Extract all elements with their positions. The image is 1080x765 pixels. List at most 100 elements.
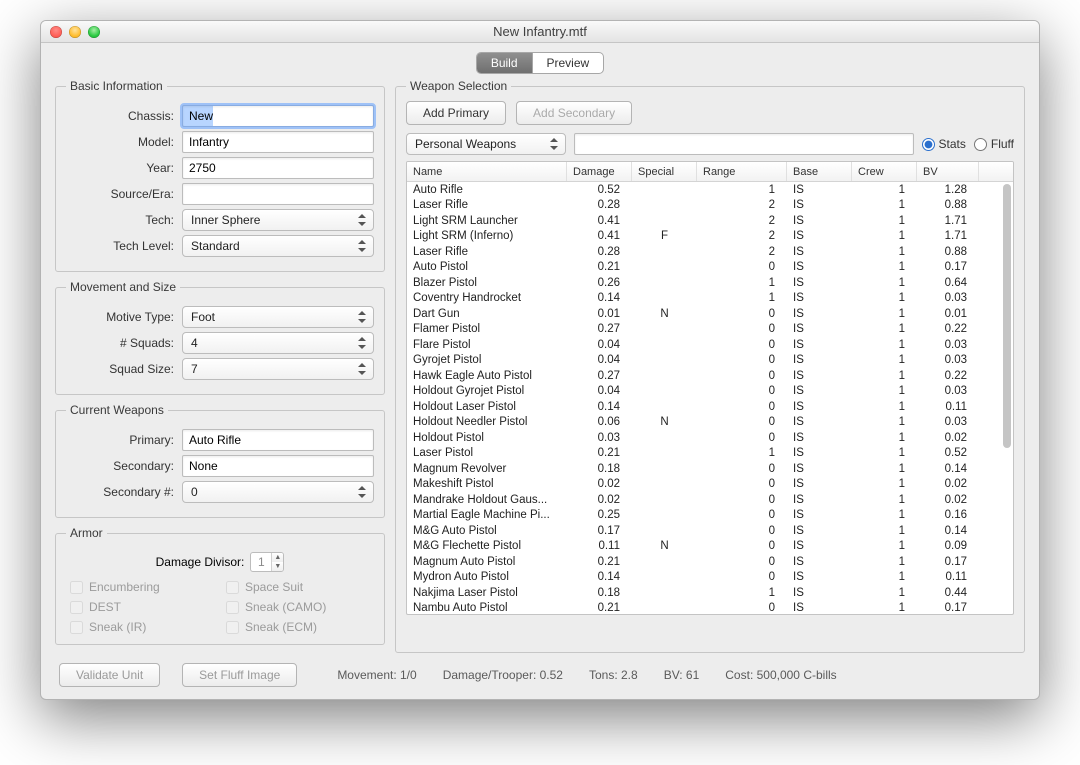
add-secondary-button[interactable]: Add Secondary bbox=[516, 101, 632, 125]
col-damage[interactable]: Damage bbox=[567, 162, 632, 181]
table-row[interactable]: Holdout Gyrojet Pistol0.040IS10.03 bbox=[407, 384, 1001, 400]
radio-stats[interactable]: Stats bbox=[922, 137, 966, 151]
techlevel-select[interactable]: Standard bbox=[182, 235, 374, 257]
label-motive: Motive Type: bbox=[66, 310, 174, 324]
label-squadsize: Squad Size: bbox=[66, 362, 174, 376]
legend-armor: Armor bbox=[66, 526, 107, 540]
table-row[interactable]: Flare Pistol0.040IS10.03 bbox=[407, 337, 1001, 353]
stat-cost: Cost: 500,000 C-bills bbox=[725, 668, 836, 682]
armor-check-3[interactable]: Sneak (CAMO) bbox=[226, 600, 370, 614]
stepper-down-icon[interactable]: ▼ bbox=[272, 562, 283, 571]
secondary-input[interactable] bbox=[182, 455, 374, 477]
col-crew[interactable]: Crew bbox=[852, 162, 917, 181]
table-row[interactable]: Martial Eagle Machine Pi...0.250IS10.16 bbox=[407, 508, 1001, 524]
table-row[interactable]: Laser Rifle0.282IS10.88 bbox=[407, 198, 1001, 214]
table-row[interactable]: Holdout Needler Pistol0.06N0IS10.03 bbox=[407, 415, 1001, 431]
col-range[interactable]: Range bbox=[697, 162, 787, 181]
source-input[interactable] bbox=[182, 183, 374, 205]
label-divisor: Damage Divisor: bbox=[156, 555, 245, 569]
set-fluff-button[interactable]: Set Fluff Image bbox=[182, 663, 297, 687]
squadsize-select[interactable]: 7 bbox=[182, 358, 374, 380]
secondaryn-select[interactable]: 0 bbox=[182, 481, 374, 503]
col-base[interactable]: Base bbox=[787, 162, 852, 181]
label-tech: Tech: bbox=[66, 213, 174, 227]
fieldset-weapon: Weapon Selection Add Primary Add Seconda… bbox=[395, 79, 1025, 653]
table-row[interactable]: Flamer Pistol0.270IS10.22 bbox=[407, 322, 1001, 338]
armor-check-0[interactable]: Encumbering bbox=[70, 580, 214, 594]
label-squads: # Squads: bbox=[66, 336, 174, 350]
table-row[interactable]: Light SRM (Inferno)0.41F2IS11.71 bbox=[407, 229, 1001, 245]
armor-check-1[interactable]: Space Suit bbox=[226, 580, 370, 594]
minimize-icon[interactable] bbox=[69, 26, 81, 38]
label-techlevel: Tech Level: bbox=[66, 239, 174, 253]
weapon-table: NameDamageSpecialRangeBaseCrewBV Auto Ri… bbox=[406, 161, 1014, 615]
window-title: New Infantry.mtf bbox=[41, 24, 1039, 39]
validate-button[interactable]: Validate Unit bbox=[59, 663, 160, 687]
armor-check-2[interactable]: DEST bbox=[70, 600, 214, 614]
table-row[interactable]: Holdout Laser Pistol0.140IS10.11 bbox=[407, 399, 1001, 415]
weapon-search-input[interactable] bbox=[574, 133, 914, 155]
titlebar: New Infantry.mtf bbox=[41, 21, 1039, 43]
squads-select[interactable]: 4 bbox=[182, 332, 374, 354]
chassis-input[interactable] bbox=[182, 105, 374, 127]
table-row[interactable]: Blazer Pistol0.261IS10.64 bbox=[407, 275, 1001, 291]
table-row[interactable]: Dart Gun0.01N0IS10.01 bbox=[407, 306, 1001, 322]
scrollbar[interactable] bbox=[1003, 184, 1011, 610]
zoom-icon[interactable] bbox=[88, 26, 100, 38]
fieldset-current: Current Weapons Primary: Secondary: Seco… bbox=[55, 403, 385, 518]
table-row[interactable]: Laser Rifle0.282IS10.88 bbox=[407, 244, 1001, 260]
label-primary: Primary: bbox=[66, 433, 174, 447]
motive-select[interactable]: Foot bbox=[182, 306, 374, 328]
table-row[interactable]: M&G Flechette Pistol0.11N0IS10.09 bbox=[407, 539, 1001, 555]
table-row[interactable]: Magnum Auto Pistol0.210IS10.17 bbox=[407, 554, 1001, 570]
table-row[interactable]: Mydron Auto Pistol0.140IS10.11 bbox=[407, 570, 1001, 586]
table-row[interactable]: Makeshift Pistol0.020IS10.02 bbox=[407, 477, 1001, 493]
radio-fluff[interactable]: Fluff bbox=[974, 137, 1014, 151]
primary-input[interactable] bbox=[182, 429, 374, 451]
tab-preview[interactable]: Preview bbox=[532, 53, 604, 73]
label-source: Source/Era: bbox=[66, 187, 174, 201]
stat-bv: BV: 61 bbox=[664, 668, 700, 682]
label-year: Year: bbox=[66, 161, 174, 175]
weapon-category-select[interactable]: Personal Weapons bbox=[406, 133, 566, 155]
close-icon[interactable] bbox=[50, 26, 62, 38]
legend-weapon: Weapon Selection bbox=[406, 79, 511, 93]
col-bv[interactable]: BV bbox=[917, 162, 979, 181]
table-row[interactable]: Auto Rifle0.521IS11.28 bbox=[407, 182, 1001, 198]
label-secondary: Secondary: bbox=[66, 459, 174, 473]
table-row[interactable]: M&G Auto Pistol0.170IS10.14 bbox=[407, 523, 1001, 539]
table-row[interactable]: Nambu Auto Pistol0.210IS10.17 bbox=[407, 601, 1001, 615]
table-row[interactable]: Magnum Revolver0.180IS10.14 bbox=[407, 461, 1001, 477]
table-row[interactable]: Auto Pistol0.210IS10.17 bbox=[407, 260, 1001, 276]
table-row[interactable]: Laser Pistol0.211IS10.52 bbox=[407, 446, 1001, 462]
col-special[interactable]: Special bbox=[632, 162, 697, 181]
tech-select[interactable]: Inner Sphere bbox=[182, 209, 374, 231]
app-window: New Infantry.mtf Build Preview Basic Inf… bbox=[40, 20, 1040, 700]
table-row[interactable]: Holdout Pistol0.030IS10.02 bbox=[407, 430, 1001, 446]
fieldset-armor: Armor Damage Divisor: ▲▼ Encumbering Spac… bbox=[55, 526, 385, 645]
table-row[interactable]: Gyrojet Pistol0.040IS10.03 bbox=[407, 353, 1001, 369]
tab-segment: Build Preview bbox=[477, 53, 603, 73]
armor-check-5[interactable]: Sneak (ECM) bbox=[226, 620, 370, 634]
divisor-value[interactable] bbox=[251, 555, 271, 569]
tab-build[interactable]: Build bbox=[477, 53, 532, 73]
label-secondaryn: Secondary #: bbox=[66, 485, 174, 499]
add-primary-button[interactable]: Add Primary bbox=[406, 101, 506, 125]
stat-dmg: Damage/Trooper: 0.52 bbox=[443, 668, 563, 682]
table-row[interactable]: Light SRM Launcher0.412IS11.71 bbox=[407, 213, 1001, 229]
stepper-up-icon[interactable]: ▲ bbox=[272, 553, 283, 562]
armor-check-4[interactable]: Sneak (IR) bbox=[70, 620, 214, 634]
legend-movement: Movement and Size bbox=[66, 280, 180, 294]
legend-basic: Basic Information bbox=[66, 79, 167, 93]
stat-tons: Tons: 2.8 bbox=[589, 668, 638, 682]
year-input[interactable] bbox=[182, 157, 374, 179]
table-row[interactable]: Nakjima Laser Pistol0.181IS10.44 bbox=[407, 585, 1001, 601]
table-row[interactable]: Mandrake Holdout Gaus...0.020IS10.02 bbox=[407, 492, 1001, 508]
table-row[interactable]: Coventry Handrocket0.141IS10.03 bbox=[407, 291, 1001, 307]
divisor-stepper[interactable]: ▲▼ bbox=[250, 552, 284, 572]
label-chassis: Chassis: bbox=[66, 109, 174, 123]
model-input[interactable] bbox=[182, 131, 374, 153]
col-name[interactable]: Name bbox=[407, 162, 567, 181]
table-row[interactable]: Hawk Eagle Auto Pistol0.270IS10.22 bbox=[407, 368, 1001, 384]
legend-current: Current Weapons bbox=[66, 403, 168, 417]
